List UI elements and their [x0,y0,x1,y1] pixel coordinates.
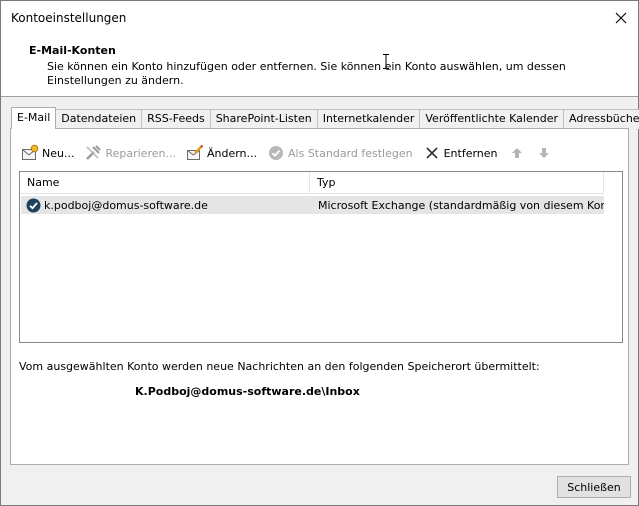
account-row[interactable]: k.podboj@domus-software.de Microsoft Exc… [21,196,604,214]
account-settings-dialog: Kontoeinstellungen E-Mail-Konten Sie kön… [0,0,639,506]
tab-sharepoint-lists[interactable]: SharePoint-Listen [209,109,318,129]
tab-published-calendars[interactable]: Veröffentlichte Kalender [419,109,564,129]
close-icon [615,12,627,24]
tab-strip: E-Mail Datendateien RSS-Feeds SharePoint… [11,107,639,129]
list-header: Name Typ [20,172,604,194]
account-list: Name Typ k.podboj@domus-software.de Micr… [19,171,623,343]
column-header-type[interactable]: Typ [310,172,604,194]
account-toolbar: Neu... Reparieren... Ändern... Als Stand… [21,142,566,164]
window-title: Kontoeinstellungen [11,11,127,25]
change-label: Ändern... [206,146,258,160]
close-button[interactable]: Schließen [557,476,631,498]
title-bar: Kontoeinstellungen [1,1,638,35]
account-type: Microsoft Exchange (standardmäßig von di… [318,198,604,212]
remove-button[interactable]: Entfernen [423,142,498,164]
arrow-down-icon [535,144,553,162]
repair-button[interactable]: Reparieren... [84,142,176,164]
repair-label: Reparieren... [105,146,176,160]
move-down-button[interactable] [535,142,556,164]
account-name: k.podboj@domus-software.de [44,198,208,212]
window-close-button[interactable] [610,7,632,29]
tools-icon [84,144,102,162]
dialog-header: E-Mail-Konten Sie können ein Konto hinzu… [1,35,638,97]
new-mail-account-icon [21,144,39,162]
header-description: Sie können ein Konto hinzufügen oder ent… [47,60,566,87]
email-tab-panel: Neu... Reparieren... Ändern... Als Stand… [10,128,629,465]
remove-label: Entfernen [443,146,498,160]
tab-rss-feeds[interactable]: RSS-Feeds [141,109,211,129]
account-name-cell: k.podboj@domus-software.de [21,198,311,213]
move-up-button[interactable] [508,142,529,164]
tab-data-files[interactable]: Datendateien [55,109,143,129]
checkmark-circle-icon [267,144,285,162]
new-account-button[interactable]: Neu... [21,142,74,164]
text-cursor-icon [383,54,389,69]
default-account-check-icon [26,198,41,213]
arrow-up-icon [508,144,526,162]
change-button[interactable]: Ändern... [186,142,257,164]
edit-account-icon [186,144,204,162]
delivery-info-text: Vom ausgewählten Konto werden neue Nachr… [19,360,540,373]
column-header-name[interactable]: Name [20,172,310,194]
tab-internet-calendars[interactable]: Internetkalender [316,109,421,129]
new-account-label: Neu... [42,146,75,160]
tab-email[interactable]: E-Mail [11,107,57,129]
delivery-location: K.Podboj@domus-software.de\Inbox [135,385,360,398]
header-title: E-Mail-Konten [29,44,116,57]
set-default-button[interactable]: Als Standard festlegen [267,142,413,164]
tab-address-books[interactable]: Adressbücher [563,109,639,129]
remove-x-icon [423,144,441,162]
set-default-label: Als Standard festlegen [288,146,413,160]
